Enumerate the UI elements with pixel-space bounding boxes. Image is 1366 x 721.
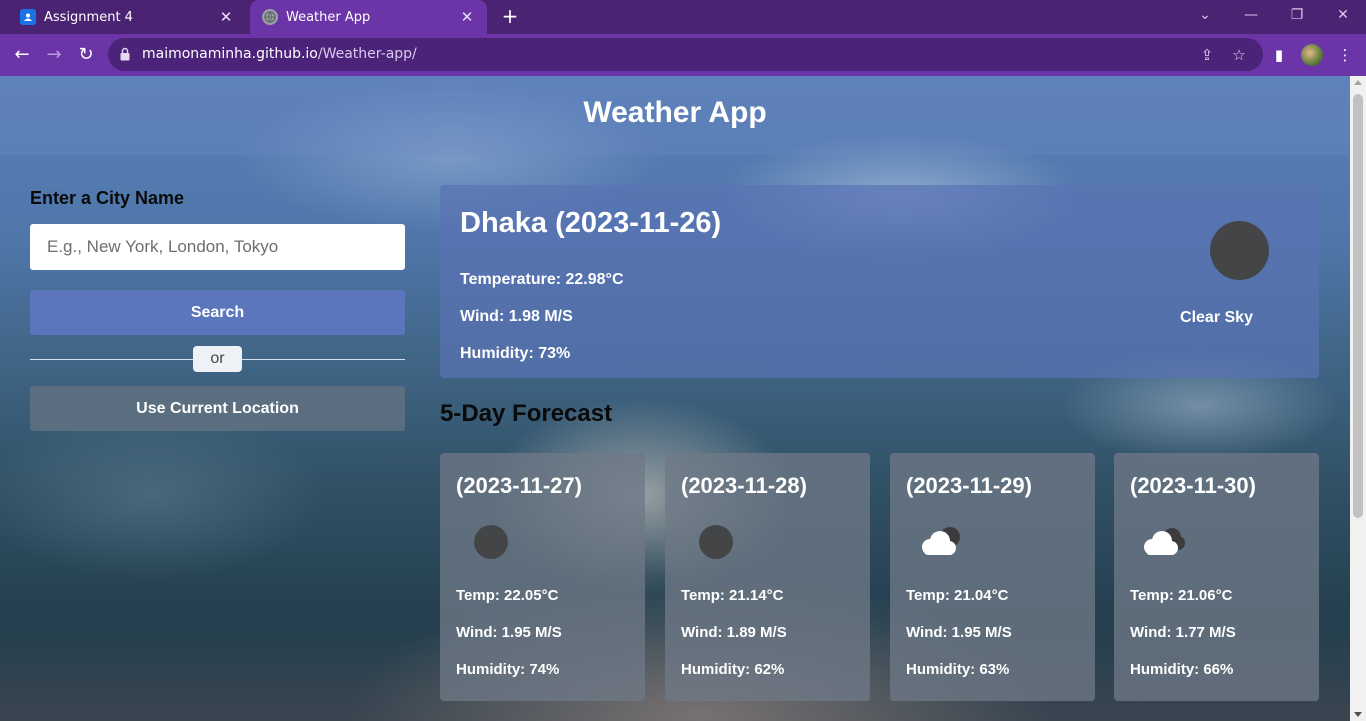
current-temperature: Temperature: 22.98°C: [460, 271, 624, 288]
forecast-humidity: Humidity: 63%: [906, 661, 1010, 678]
scroll-down-arrow-icon[interactable]: [1354, 712, 1362, 717]
cloudy-icon: [1144, 528, 1185, 555]
url-text: maimonaminha.github.io/Weather-app/: [142, 46, 417, 62]
forecast-temp: Temp: 21.06°C: [1130, 587, 1233, 604]
forecast-date: (2023-11-29): [906, 473, 1032, 498]
forecast-temp: Temp: 21.14°C: [681, 587, 784, 604]
restore-icon[interactable]: ❐: [1274, 0, 1320, 30]
forecast-temp: Temp: 21.04°C: [906, 587, 1009, 604]
city-input-label: Enter a City Name: [30, 188, 185, 208]
current-wind: Wind: 1.98 M/S: [460, 308, 573, 325]
forecast-date: (2023-11-28): [681, 473, 807, 498]
clear-sky-icon: [1210, 221, 1269, 280]
forecast-wind: Wind: 1.89 M/S: [681, 624, 787, 641]
forecast-wind: Wind: 1.95 M/S: [906, 624, 1012, 641]
minimize-icon[interactable]: —: [1228, 0, 1274, 30]
current-description: Clear Sky: [1180, 309, 1253, 326]
avatar[interactable]: [1301, 44, 1323, 66]
forecast-wind: Wind: 1.95 M/S: [456, 624, 562, 641]
forecast-heading: 5-Day Forecast: [440, 400, 613, 427]
forecast-card: (2023-11-28) Temp: 21.14°C Wind: 1.89 M/…: [665, 453, 870, 701]
forecast-temp: Temp: 22.05°C: [456, 587, 559, 604]
city-search-input[interactable]: [30, 224, 405, 270]
cloudy-icon: [922, 527, 960, 555]
forecast-card: (2023-11-30) Temp: 21.06°C Wind: 1.77 M/…: [1114, 453, 1319, 701]
scroll-up-arrow-icon[interactable]: [1354, 80, 1362, 85]
browser-tabstrip: Assignment 4 ✕ Weather App ✕ + ⌄ — ❐ ✕: [0, 0, 1366, 34]
window-close-icon[interactable]: ✕: [1320, 0, 1366, 30]
tab-assignment-4[interactable]: Assignment 4 ✕: [8, 0, 246, 34]
page-scrollbar[interactable]: [1350, 76, 1366, 721]
forecast-humidity: Humidity: 62%: [681, 661, 785, 678]
bookmark-star-icon[interactable]: ☆: [1228, 44, 1250, 66]
scroll-thumb[interactable]: [1353, 94, 1363, 518]
use-current-location-button[interactable]: Use Current Location: [30, 386, 405, 431]
current-weather-card: Dhaka (2023-11-26) Temperature: 22.98°C …: [440, 185, 1319, 378]
close-icon[interactable]: ✕: [459, 9, 475, 25]
forecast-humidity: Humidity: 74%: [456, 661, 560, 678]
back-icon[interactable]: ←: [8, 42, 36, 70]
current-city-heading: Dhaka (2023-11-26): [460, 207, 722, 239]
forecast-date: (2023-11-30): [1130, 473, 1256, 498]
reload-icon[interactable]: ↻: [72, 42, 100, 70]
globe-icon: [262, 9, 278, 25]
forecast-card: (2023-11-29) Temp: 21.04°C Wind: 1.95 M/…: [890, 453, 1095, 701]
forecast-card: (2023-11-27) Temp: 22.05°C Wind: 1.95 M/…: [440, 453, 645, 701]
or-separator: or: [193, 346, 242, 372]
url-path: /Weather-app/: [317, 46, 417, 62]
clear-sky-icon: [474, 525, 508, 559]
page-title: Weather App: [583, 96, 767, 129]
tab-title: Assignment 4: [44, 9, 133, 25]
lock-icon: [120, 47, 130, 61]
page-viewport: Weather App Enter a City Name Search or …: [0, 76, 1350, 721]
close-icon[interactable]: ✕: [218, 9, 234, 25]
menu-kebab-icon[interactable]: ⋮: [1334, 44, 1356, 66]
share-icon[interactable]: ⇪: [1196, 44, 1218, 66]
current-humidity: Humidity: 73%: [460, 345, 571, 362]
tab-title: Weather App: [286, 9, 371, 25]
forecast-humidity: Humidity: 66%: [1130, 661, 1234, 678]
search-button[interactable]: Search: [30, 290, 405, 335]
url-host: maimonaminha.github.io: [142, 46, 318, 62]
new-tab-button[interactable]: +: [498, 4, 522, 28]
app-header: Weather App: [0, 76, 1350, 155]
forecast-date: (2023-11-27): [456, 473, 582, 498]
address-bar[interactable]: maimonaminha.github.io/Weather-app/ ⇪ ☆: [108, 38, 1263, 71]
side-panel-icon[interactable]: ▮: [1268, 44, 1290, 66]
forward-icon[interactable]: →: [40, 42, 68, 70]
tab-weather-app[interactable]: Weather App ✕: [250, 0, 487, 34]
classroom-icon: [20, 9, 36, 25]
browser-toolbar: ← → ↻ maimonaminha.github.io/Weather-app…: [0, 34, 1366, 76]
tab-search-chevron-icon[interactable]: ⌄: [1182, 0, 1228, 30]
clear-sky-icon: [699, 525, 733, 559]
forecast-wind: Wind: 1.77 M/S: [1130, 624, 1236, 641]
